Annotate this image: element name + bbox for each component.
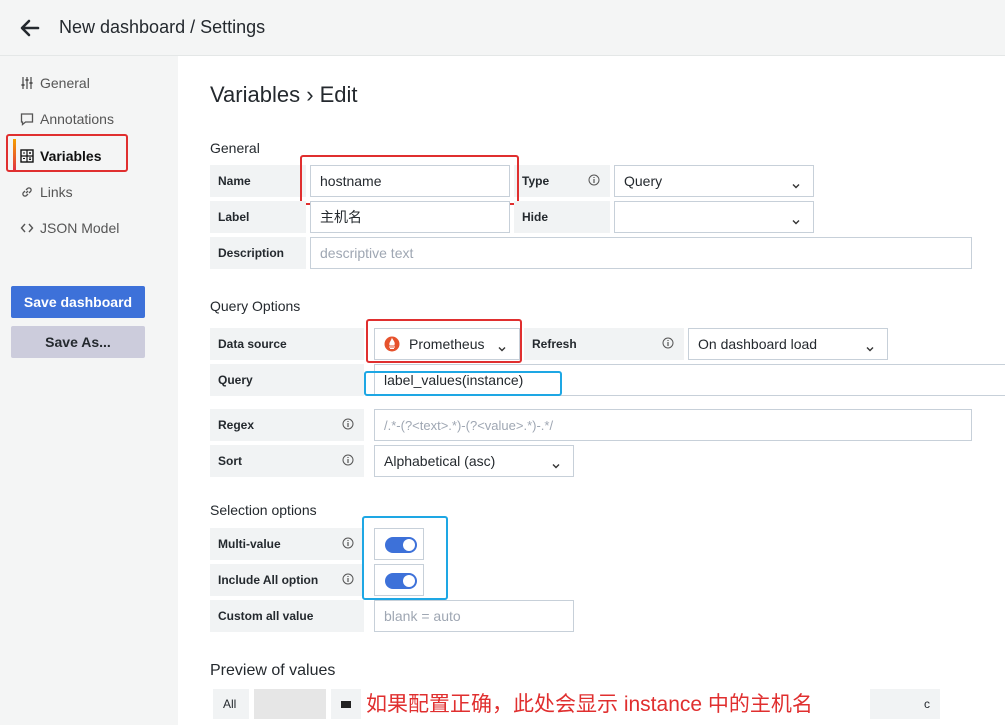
preview-value-hidden xyxy=(254,689,326,719)
description-label: Description xyxy=(210,237,306,269)
sidebar-item-general[interactable]: General xyxy=(20,71,90,95)
multi-value-label-text: Multi-value xyxy=(218,537,281,551)
chevron-down-icon xyxy=(551,457,561,473)
type-select-value: Query xyxy=(624,173,663,189)
sidebar-item-label: General xyxy=(40,75,90,91)
refresh-select[interactable]: On dashboard load xyxy=(688,328,888,360)
datasource-label: Data source xyxy=(210,328,364,360)
sidebar-item-annotations[interactable]: Annotations xyxy=(20,107,114,131)
refresh-label-text: Refresh xyxy=(532,337,577,351)
refresh-label: Refresh xyxy=(524,328,684,360)
info-icon[interactable] xyxy=(342,418,354,433)
sidebar-item-label: JSON Model xyxy=(40,220,120,236)
highlight-box-query xyxy=(364,371,562,396)
regex-input[interactable]: /.*-(?<text>.*)-(?<value>.*)-.*/ xyxy=(374,409,972,441)
info-icon[interactable] xyxy=(662,337,674,352)
top-bar: New dashboard / Settings xyxy=(0,0,1005,56)
multi-value-label: Multi-value xyxy=(210,528,364,560)
sidebar-item-json-model[interactable]: JSON Model xyxy=(20,216,119,240)
highlight-box-datasource xyxy=(366,319,522,363)
chevron-down-icon xyxy=(865,340,875,356)
info-icon[interactable] xyxy=(342,454,354,469)
regex-label: Regex xyxy=(210,409,364,441)
highlight-box-name xyxy=(300,155,519,205)
label-input[interactable]: 主机名 xyxy=(310,201,510,233)
refresh-value: On dashboard load xyxy=(698,336,818,352)
sidebar-item-label: Annotations xyxy=(40,111,114,127)
preview-value-all: All xyxy=(213,689,249,719)
section-heading-selection-options: Selection options xyxy=(210,502,317,518)
link-icon xyxy=(20,185,34,199)
main-content: Variables › Edit General Name hostname T… xyxy=(178,56,1005,725)
query-label: Query xyxy=(210,364,364,396)
sort-label: Sort xyxy=(210,445,364,477)
description-input[interactable]: descriptive text xyxy=(310,237,972,269)
include-all-label-text: Include All option xyxy=(218,573,319,587)
regex-label-text: Regex xyxy=(218,418,255,432)
include-all-label: Include All option xyxy=(210,564,364,596)
section-heading-query-options: Query Options xyxy=(210,298,301,314)
section-heading-preview: Preview of values xyxy=(210,662,336,679)
page-header-title: New dashboard / Settings xyxy=(59,17,266,37)
save-as-button[interactable]: Save As... xyxy=(11,326,145,358)
hide-select[interactable] xyxy=(614,201,814,233)
info-icon[interactable] xyxy=(588,174,600,189)
chevron-down-icon xyxy=(791,213,801,229)
type-label-text: Type xyxy=(522,174,550,188)
save-dashboard-button[interactable]: Save dashboard xyxy=(11,286,145,318)
custom-all-input[interactable]: blank = auto xyxy=(374,600,574,632)
preview-value-hidden: c xyxy=(870,689,940,719)
sidebar-item-label: Links xyxy=(40,184,73,200)
sort-value: Alphabetical (asc) xyxy=(384,453,496,469)
settings-sidebar: General Annotations Variables Links JSON… xyxy=(0,56,178,725)
type-label: Type xyxy=(514,165,610,197)
section-heading-general: General xyxy=(210,140,260,156)
page-title: Variables › Edit xyxy=(210,82,358,107)
label-label: Label xyxy=(210,201,306,233)
code-icon xyxy=(20,221,34,235)
back-arrow-icon[interactable] xyxy=(16,14,44,42)
name-label: Name xyxy=(210,165,306,197)
redaction-mark xyxy=(341,700,351,708)
sliders-icon xyxy=(20,76,34,90)
preview-value-hidden xyxy=(331,689,361,719)
annotation-note: 如果配置正确，此处会显示 instance 中的主机名 xyxy=(366,693,813,716)
info-icon[interactable] xyxy=(342,537,354,552)
comment-icon xyxy=(20,112,34,126)
highlight-box-variables xyxy=(6,134,128,172)
info-icon[interactable] xyxy=(342,573,354,588)
type-select[interactable]: Query xyxy=(614,165,814,197)
sort-select[interactable]: Alphabetical (asc) xyxy=(374,445,574,477)
sidebar-item-links[interactable]: Links xyxy=(20,180,73,204)
sort-label-text: Sort xyxy=(218,454,242,468)
highlight-box-selection xyxy=(362,516,448,600)
hide-label: Hide xyxy=(514,201,610,233)
preview-value-fragment: c xyxy=(924,697,930,711)
chevron-down-icon xyxy=(791,177,801,193)
custom-all-label: Custom all value xyxy=(210,600,364,632)
